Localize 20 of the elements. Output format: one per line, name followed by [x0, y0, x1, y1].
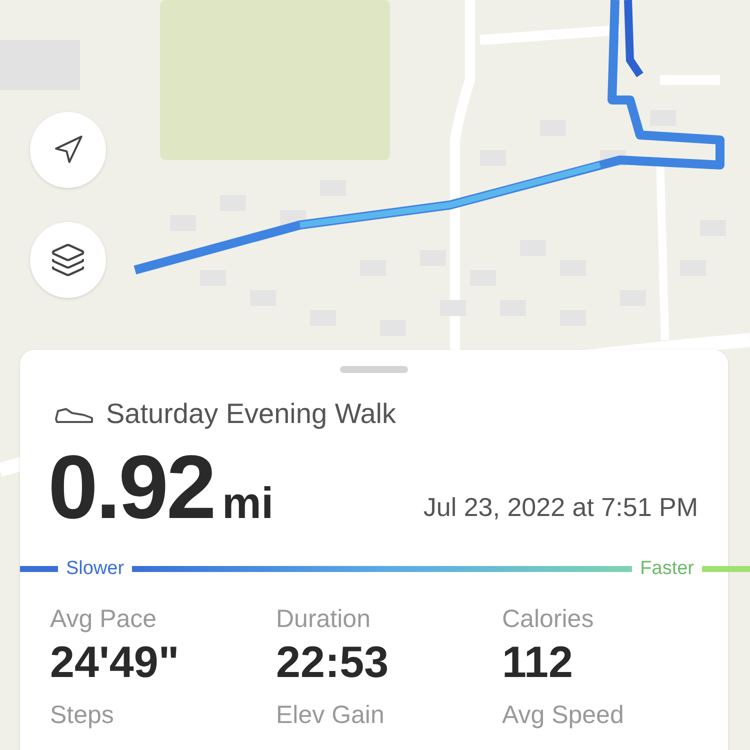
pace-bar: [702, 566, 750, 572]
activity-title: Saturday Evening Walk: [106, 397, 396, 431]
layers-icon: [50, 242, 86, 278]
distance-unit: mi: [222, 482, 274, 526]
stat-label: Calories: [502, 604, 595, 634]
faster-label: Faster: [639, 557, 695, 581]
distance-value: 0.92: [48, 443, 214, 533]
stat-value: 112: [502, 636, 574, 689]
activity-date: Jul 23, 2022 at 7:51 PM: [423, 491, 698, 524]
stat-label: Steps: [50, 700, 115, 731]
stat-label: Elev Gain: [276, 700, 386, 731]
slower-label: Slower: [65, 557, 126, 581]
navigation-arrow-icon: [52, 134, 84, 166]
stat-label: Avg Pace: [50, 604, 158, 634]
stat-label: Duration: [276, 604, 372, 634]
stat-value: 22:53: [276, 636, 390, 689]
stat-value: 24'49": [50, 636, 180, 689]
stat-label: Avg Speed: [502, 700, 625, 731]
pace-bar: [20, 566, 58, 572]
drag-handle[interactable]: [340, 366, 408, 373]
